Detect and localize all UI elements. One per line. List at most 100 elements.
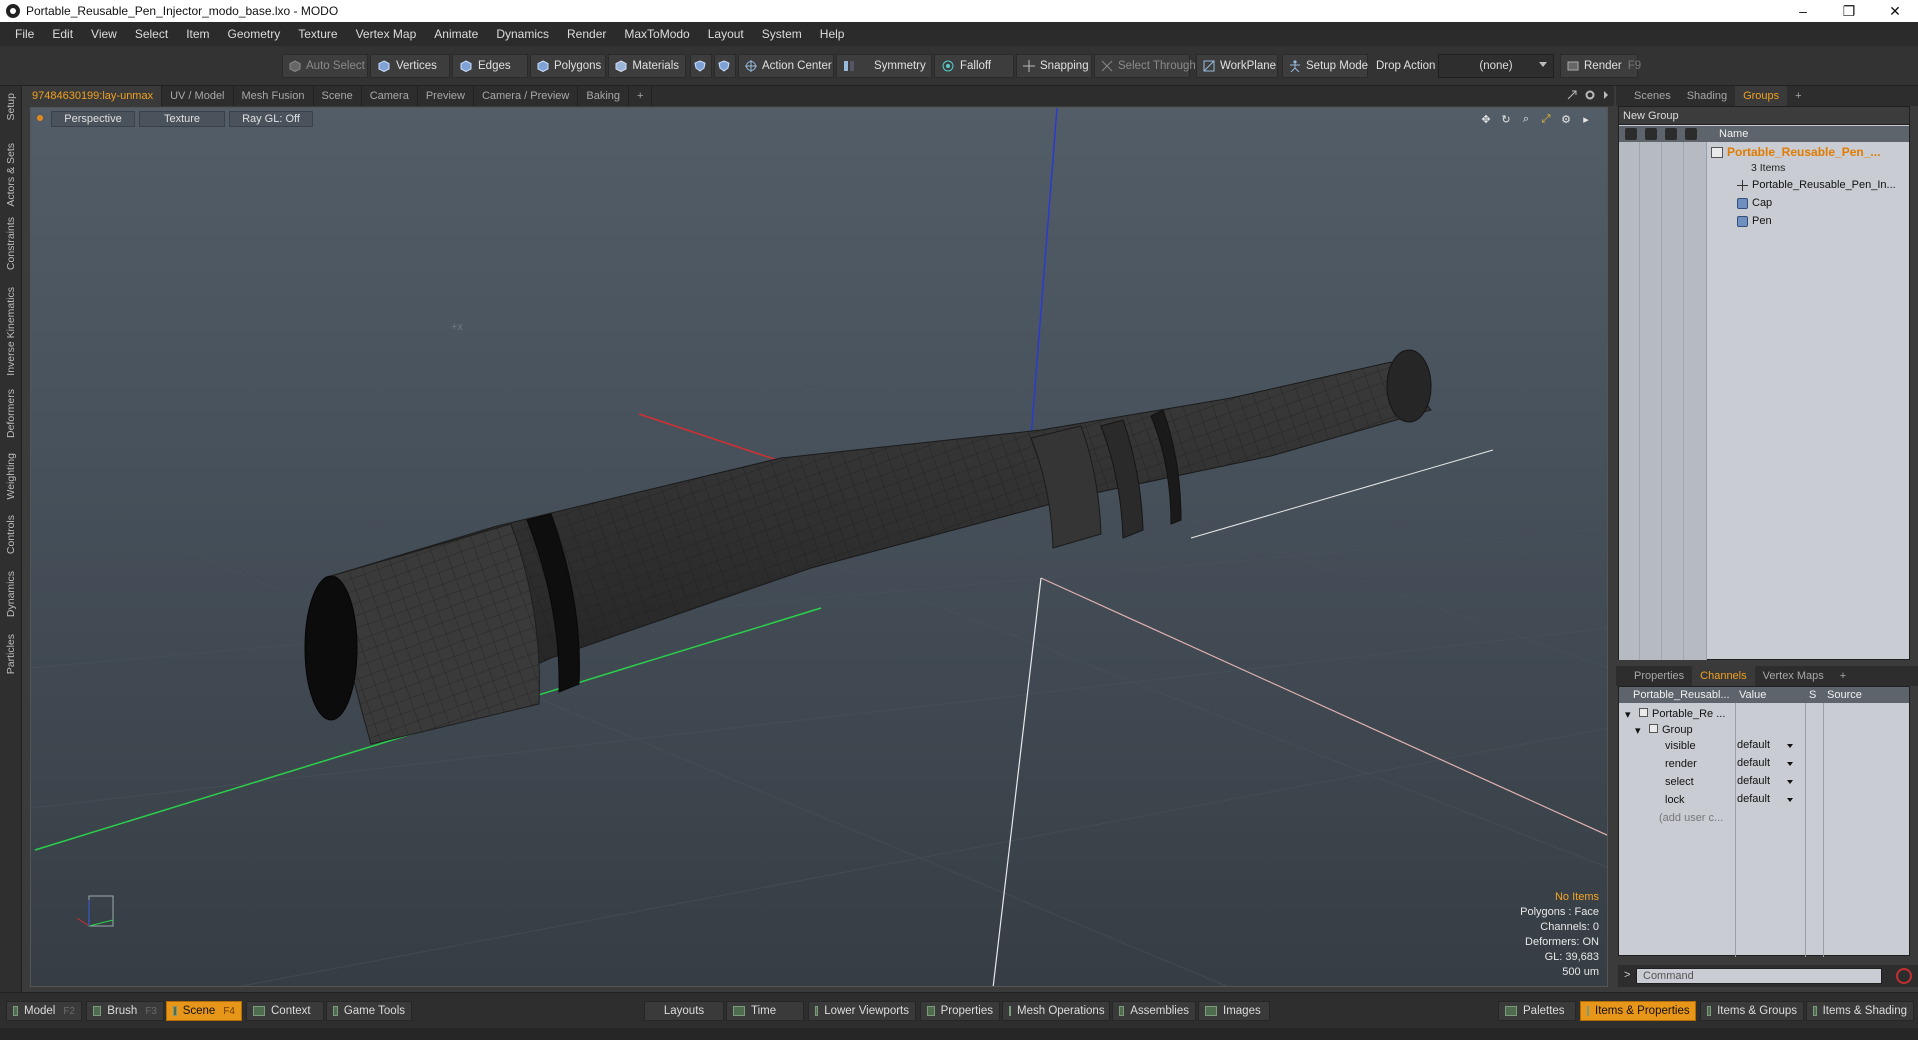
name-column-header[interactable]: Name: [1719, 128, 1748, 140]
items-shading-button[interactable]: Items & Shading: [1806, 1001, 1914, 1021]
expand-arrow-icon[interactable]: ▾: [1625, 708, 1631, 721]
rotate-icon[interactable]: ↻: [1499, 112, 1513, 126]
tab-shading[interactable]: Shading: [1679, 86, 1735, 106]
lock-value-dropdown[interactable]: default: [1737, 793, 1795, 807]
group-item-root[interactable]: Portable_Reusable_Pen_...: [1711, 145, 1880, 159]
tab-preview[interactable]: Preview: [418, 86, 474, 106]
expand-arrow-icon[interactable]: ▾: [1635, 724, 1641, 737]
materials-button[interactable]: Materials: [608, 54, 686, 78]
mesh-operations-button[interactable]: Mesh Operations: [1002, 1001, 1110, 1021]
group-child-pen[interactable]: Pen: [1737, 215, 1772, 227]
add-user-channel-row[interactable]: (add user c...: [1619, 809, 1909, 827]
add-panel-tab-button[interactable]: +: [1787, 86, 1809, 106]
command-input[interactable]: Command: [1636, 968, 1882, 984]
chevron-right-icon[interactable]: [1602, 89, 1610, 101]
menu-texture[interactable]: Texture: [289, 27, 346, 41]
auto-select-button[interactable]: Auto Select: [282, 54, 368, 78]
snapping-button[interactable]: Snapping: [1016, 54, 1092, 78]
drop-action-select[interactable]: (none): [1438, 54, 1554, 78]
gear-icon[interactable]: [1584, 89, 1596, 101]
tab-vertex-maps[interactable]: Vertex Maps: [1755, 666, 1832, 686]
render-button[interactable]: Render F9: [1560, 54, 1641, 78]
menu-vertex-map[interactable]: Vertex Map: [347, 27, 426, 41]
menu-help[interactable]: Help: [811, 27, 854, 41]
viewport-gear-icon[interactable]: ⚙: [1559, 112, 1573, 126]
layouts-button[interactable]: Layouts: [644, 1001, 724, 1021]
model-layout-button[interactable]: Model F2: [6, 1001, 82, 1021]
tab-channels[interactable]: Channels: [1692, 666, 1755, 686]
select-mode-a-button[interactable]: [690, 54, 712, 78]
tab-camera-preview[interactable]: Camera / Preview: [474, 86, 579, 106]
render-toggle-icon[interactable]: [1645, 128, 1657, 140]
lower-viewports-button[interactable]: Lower Viewports: [808, 1001, 916, 1021]
channel-name-header[interactable]: Portable_Reusabl...: [1633, 689, 1730, 701]
select-through-button[interactable]: Select Through: [1094, 54, 1196, 78]
palettes-button[interactable]: Palettes: [1498, 1001, 1576, 1021]
brush-layout-button[interactable]: Brush F3: [86, 1001, 164, 1021]
fit-icon[interactable]: ⤢: [1539, 112, 1553, 126]
add-panel-tab-button-2[interactable]: +: [1832, 666, 1854, 686]
lock-icon[interactable]: [1665, 128, 1677, 140]
eye-icon[interactable]: [1625, 128, 1637, 140]
polygons-button[interactable]: Polygons: [530, 54, 606, 78]
add-tab-button[interactable]: +: [629, 86, 653, 106]
menu-file[interactable]: File: [6, 27, 43, 41]
select-mode-b-button[interactable]: [714, 54, 736, 78]
visible-value-dropdown[interactable]: default: [1737, 739, 1795, 753]
close-button[interactable]: ✕: [1872, 0, 1918, 22]
menu-system[interactable]: System: [753, 27, 811, 41]
viewport-menu-icon[interactable]: ▸: [1579, 112, 1593, 126]
zoom-icon[interactable]: ⌕: [1519, 112, 1533, 126]
channel-source-header[interactable]: Source: [1827, 689, 1862, 701]
time-button[interactable]: Time: [726, 1001, 804, 1021]
tab-deformers[interactable]: Deformers: [0, 386, 22, 442]
tab-baking[interactable]: Baking: [578, 86, 630, 106]
channel-value-header[interactable]: Value: [1739, 689, 1766, 701]
items-groups-button[interactable]: Items & Groups: [1700, 1001, 1804, 1021]
menu-layout[interactable]: Layout: [699, 27, 753, 41]
setup-mode-button[interactable]: Setup Mode: [1282, 54, 1368, 78]
edges-button[interactable]: Edges: [452, 54, 528, 78]
raygl-toggle[interactable]: Ray GL: Off: [229, 111, 313, 127]
tab-layout-unmax[interactable]: 97484630199:lay-unmax: [24, 86, 163, 106]
tab-actors-sets[interactable]: Actors & Sets: [0, 140, 22, 210]
menu-geometry[interactable]: Geometry: [219, 27, 290, 41]
group-child-cap[interactable]: Cap: [1737, 197, 1772, 209]
items-properties-button[interactable]: Items & Properties: [1580, 1001, 1696, 1021]
channel-row-render[interactable]: render default: [1619, 755, 1909, 773]
game-tools-layout-button[interactable]: Game Tools: [326, 1001, 412, 1021]
channel-row-visible[interactable]: visible default: [1619, 737, 1909, 755]
channel-row-lock[interactable]: lock default: [1619, 791, 1909, 809]
group-child-locator[interactable]: Portable_Reusable_Pen_In...: [1737, 179, 1896, 191]
channel-row-select[interactable]: select default: [1619, 773, 1909, 791]
menu-item[interactable]: Item: [177, 27, 218, 41]
tab-camera[interactable]: Camera: [362, 86, 418, 106]
tab-uv-model[interactable]: UV / Model: [162, 86, 234, 106]
maximize-icon[interactable]: [1566, 89, 1578, 101]
tab-controls[interactable]: Controls: [0, 510, 22, 560]
menu-render[interactable]: Render: [558, 27, 615, 41]
render-value-dropdown[interactable]: default: [1737, 757, 1795, 771]
menu-animate[interactable]: Animate: [425, 27, 487, 41]
record-macro-icon[interactable]: [1896, 968, 1912, 984]
tab-weighting[interactable]: Weighting: [0, 448, 22, 504]
tab-particles[interactable]: Particles: [0, 628, 22, 680]
menu-select[interactable]: Select: [126, 27, 177, 41]
view-type-dropdown[interactable]: Perspective: [51, 111, 135, 127]
3d-viewport[interactable]: +x Perspective Texture Ray GL: Off ✥ ↻ ⌕…: [30, 107, 1608, 987]
minimize-button[interactable]: –: [1780, 0, 1826, 22]
assemblies-button[interactable]: Assemblies: [1112, 1001, 1196, 1021]
tab-inverse-kinematics[interactable]: Inverse Kinematics: [0, 282, 22, 380]
menu-dynamics[interactable]: Dynamics: [487, 27, 558, 41]
vertices-button[interactable]: Vertices: [370, 54, 450, 78]
tab-groups[interactable]: Groups: [1735, 86, 1788, 106]
action-center-button[interactable]: Action Center: [738, 54, 834, 78]
tab-mesh-fusion[interactable]: Mesh Fusion: [234, 86, 314, 106]
tab-dynamics[interactable]: Dynamics: [0, 566, 22, 622]
menu-view[interactable]: View: [82, 27, 126, 41]
tab-properties[interactable]: Properties: [1626, 666, 1692, 686]
new-group-button[interactable]: New Group: [1619, 107, 1909, 125]
pen-injector-model[interactable]: [304, 349, 1432, 745]
context-layout-button[interactable]: Context: [246, 1001, 324, 1021]
shading-dropdown[interactable]: Texture: [139, 111, 225, 127]
